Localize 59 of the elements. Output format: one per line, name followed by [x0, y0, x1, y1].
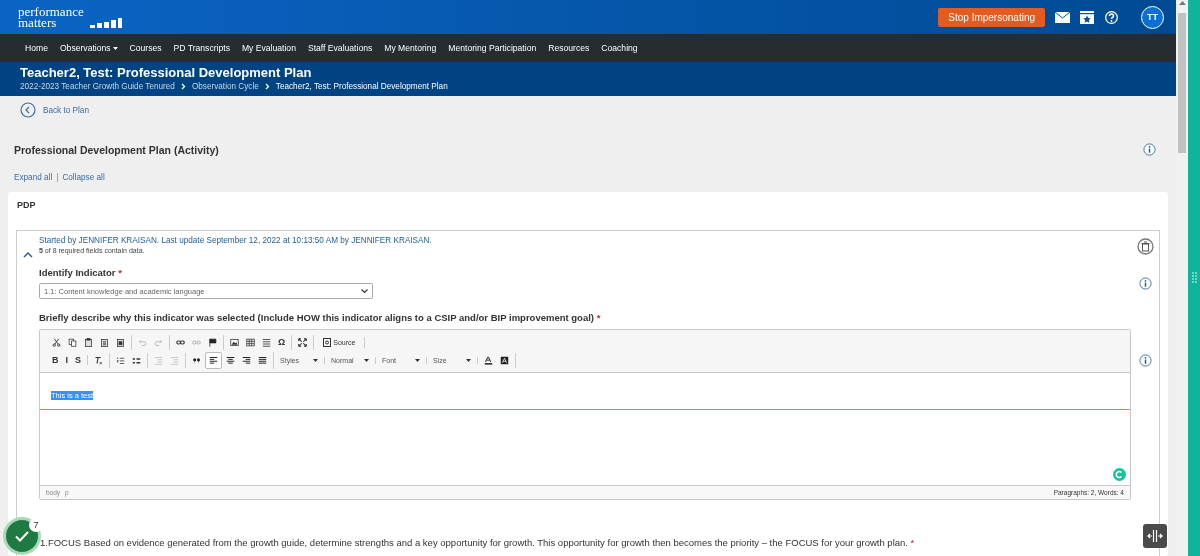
- caret-icon: [361, 288, 368, 294]
- split-arrows-icon: [1147, 530, 1163, 542]
- format-button[interactable]: B: [49, 355, 62, 365]
- field-label: Identify Indicator *: [39, 267, 122, 278]
- info-icon[interactable]: [1143, 143, 1156, 156]
- nav-link[interactable]: Resources: [548, 43, 590, 53]
- count-badge: 7: [29, 518, 43, 532]
- expand-all-link[interactable]: Expand all: [14, 173, 53, 182]
- nav-link[interactable]: Observations: [59, 43, 118, 53]
- nav-link[interactable]: Staff Evaluations: [307, 43, 373, 53]
- stop-impersonating-button[interactable]: Stop Impersonating: [938, 7, 1045, 27]
- scroll-up-icon[interactable]: [1178, 0, 1186, 5]
- scrollbar-thumb[interactable]: [1178, 13, 1186, 153]
- format-button[interactable]: Ω: [275, 337, 289, 347]
- breadcrumb-link[interactable]: 2022-2023 Teacher Growth Guide Tenured: [20, 82, 175, 91]
- caret-icon: [313, 358, 319, 362]
- split-view-button[interactable]: [1143, 524, 1167, 548]
- caret-icon: [415, 358, 421, 362]
- chevron-icon[interactable]: [23, 251, 33, 258]
- breadcrumb-current: Teacher2, Test: Professional Development Plan: [275, 82, 448, 91]
- nav-link[interactable]: My Mentoring: [384, 43, 437, 53]
- nav-link[interactable]: My Evaluation: [241, 43, 296, 53]
- activity-info-text: Started by JENNIFER KRAISAN. Last update September 12, 2022 at 10:13:50 AM by JENNIFER KRAISAN.: [39, 236, 433, 245]
- page-title: Teacher2, Test: Professional Development Plan: [20, 65, 313, 80]
- help-icon[interactable]: [1104, 9, 1119, 25]
- trash-icon[interactable]: [1136, 238, 1154, 255]
- grip-icon[interactable]: [1191, 272, 1197, 284]
- status-badge[interactable]: [6, 520, 38, 552]
- checkmark-icon: [15, 530, 29, 542]
- mail-icon[interactable]: [1055, 11, 1070, 23]
- card-title: PDP: [17, 200, 37, 210]
- align-left-icon[interactable]: [205, 351, 223, 369]
- nav-link[interactable]: PD Transcripts: [173, 43, 230, 53]
- document-icon: [323, 337, 332, 347]
- breadcrumb-link[interactable]: Observation Cycle: [191, 82, 259, 91]
- grammar-check-icon[interactable]: [1113, 468, 1126, 481]
- nav-link[interactable]: Courses: [129, 43, 162, 53]
- caret-icon: [364, 358, 370, 362]
- info-icon[interactable]: [1138, 277, 1152, 290]
- chevron-icon: [264, 83, 270, 90]
- nav-link[interactable]: Home: [25, 43, 48, 53]
- logo-text: matters: [18, 17, 57, 28]
- caret-icon: [466, 358, 472, 362]
- side-panel-handle[interactable]: [1188, 0, 1200, 556]
- chevron-icon: [180, 83, 186, 90]
- field-label: Briefly describe why this indicator was selected (Include HOW this indicator aligns to a CSIP and/or BIP improvement goal) *: [39, 312, 601, 323]
- caret-icon: [112, 46, 118, 50]
- bar-chart-icon: [89, 18, 122, 28]
- format-button[interactable]: I: [62, 355, 71, 365]
- format-button[interactable]: S: [72, 355, 85, 365]
- info-icon[interactable]: [1138, 354, 1152, 367]
- field-label: 1.FOCUS Based on evidence generated from the growth guide, determine strengths and a key opportunity for growth. This opportunity for growth then becomes the priority – the FOCUS for your growth plan. *: [40, 537, 915, 548]
- back-link[interactable]: Back to Plan: [43, 105, 89, 115]
- section-heading: Professional Development Plan (Activity): [14, 143, 219, 156]
- user-avatar[interactable]: TT: [1141, 5, 1164, 29]
- collapse-all-link[interactable]: Collapse all: [62, 173, 105, 182]
- nav-link[interactable]: Mentoring Participation: [448, 43, 537, 53]
- nav-link[interactable]: Coaching: [601, 43, 638, 53]
- separator-text: |: [56, 173, 59, 182]
